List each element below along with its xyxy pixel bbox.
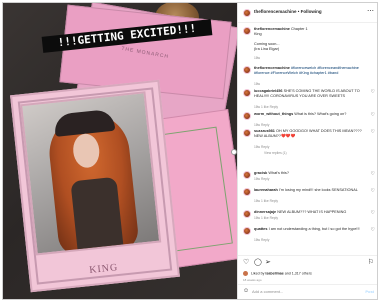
comment-body: dinnersajaje NEW ALBUM??? WHAT IS HAPPEN… — [254, 210, 366, 215]
post-actions: ♡ ◯ ➢ ⚐ — [238, 255, 377, 269]
comment-avatar[interactable] — [243, 129, 251, 137]
comment-like-icon[interactable]: ♡ — [371, 171, 375, 177]
caption-meta: 18w — [254, 56, 261, 60]
comment-like-icon[interactable]: ♡ — [371, 129, 375, 135]
comment-text: I am not understanding a thing, but I so… — [268, 227, 360, 231]
comment-body: theflorencemachine #florencewelch #flore… — [254, 66, 366, 76]
comment-meta: 18w Reply — [254, 177, 270, 181]
comment-body: quattes I am not understanding a thing, … — [254, 227, 366, 232]
caption-line: King — [254, 32, 262, 36]
liker-avatar — [243, 271, 248, 276]
emoji-icon[interactable]: ☺ — [243, 288, 249, 294]
likes-user[interactable]: isabellmae — [265, 271, 283, 275]
comment-meta: 18w 1 like Reply — [254, 199, 279, 203]
view-replies-link[interactable]: View replies (1) — [264, 151, 287, 155]
post-timestamp: 18 weeks ago — [243, 278, 262, 282]
comment-text: I'm losing my mind!!! she looks SENSATIO… — [278, 188, 358, 192]
comment-like-icon[interactable]: ♡ — [371, 112, 375, 118]
comments-list[interactable]: theflorencemachine Chapter 1 King Coming… — [238, 23, 377, 252]
comment-body: laurenaharah I'm losing my mind!!! she l… — [254, 188, 366, 193]
card-portrait — [20, 91, 162, 256]
comment-avatar[interactable] — [243, 188, 251, 196]
comment-like-icon[interactable]: ♡ — [371, 210, 375, 216]
comment-avatar[interactable] — [243, 66, 251, 74]
add-comment-bar: ☺ Add a comment... Post — [238, 284, 377, 298]
likes-summary: Liked by isabellmae and 1,317 others — [243, 271, 312, 276]
comment-text: What is this? What's going on? — [294, 112, 347, 116]
comment-meta: 18w Reply — [254, 238, 270, 242]
comment-username[interactable]: theflorencemachine — [254, 66, 290, 70]
instagram-post-window: THE MONARCH KING !!!GETTING EXCITED!!! t… — [2, 2, 378, 300]
likes-prefix: Liked by — [251, 271, 265, 276]
comment-text: What's this? — [268, 171, 289, 175]
comment-body: worm_without_things What is this? What's… — [254, 112, 366, 117]
post-sidebar: theflorencemachine • Following ⋯ theflor… — [237, 3, 377, 299]
author-username[interactable]: theflorencemachine — [254, 9, 297, 14]
comment-like-icon[interactable]: ♡ — [371, 89, 375, 95]
comment-username[interactable]: dinnersajaje — [254, 210, 276, 214]
comment-meta: 18w 1 like Reply — [254, 105, 279, 109]
comment-body: luccagabriel456 SHE'S COMING THE WORLD I… — [254, 89, 366, 99]
post-photo[interactable]: THE MONARCH KING !!!GETTING EXCITED!!! — [3, 3, 237, 299]
comment-avatar[interactable] — [243, 89, 251, 97]
post-header: theflorencemachine • Following ⋯ — [238, 3, 377, 23]
comment-icon[interactable]: ◯ — [254, 258, 262, 266]
comment-text: NEW ALBUM??? WHAT IS HAPPENING — [277, 210, 347, 214]
comment-avatar[interactable] — [243, 227, 251, 235]
caption-line: (Ira Lina Elgar) — [254, 47, 280, 51]
comment-meta: 18w — [254, 82, 261, 86]
comment-body: suzzzus981 OH MY GOODGO! WHAT DOES THIS … — [254, 129, 366, 139]
heart-icon[interactable]: ♡ — [243, 258, 249, 266]
comment-meta: 18w Reply — [254, 145, 270, 149]
caption-line: Coming soon... — [254, 42, 280, 46]
header-separator: • — [297, 9, 300, 14]
author-line: theflorencemachine • Following — [254, 9, 322, 14]
comment-username[interactable]: suzzzus981 — [254, 129, 275, 133]
comment-meta: 18w 1 like Reply — [254, 216, 279, 220]
post-button[interactable]: Post — [365, 289, 374, 294]
comment-like-icon[interactable]: ♡ — [371, 188, 375, 194]
comment-username[interactable]: luccagabriel456 — [254, 89, 283, 93]
comment-input[interactable]: Add a comment... — [252, 289, 283, 294]
portrait-dress — [70, 176, 125, 256]
author-avatar[interactable] — [243, 9, 251, 17]
comment-body: gracisk What's this? — [254, 171, 366, 176]
comment-meta: 18w Reply — [254, 123, 270, 127]
share-icon[interactable]: ➢ — [265, 258, 271, 266]
likes-suffix[interactable]: and 1,317 others — [285, 271, 312, 275]
bookmark-icon[interactable]: ⚐ — [368, 258, 374, 266]
comment-username[interactable]: gracisk — [254, 171, 267, 175]
comment-like-icon[interactable]: ♡ — [371, 227, 375, 233]
comment-avatar[interactable] — [243, 112, 251, 120]
following-button[interactable]: Following — [301, 9, 322, 14]
caption-username[interactable]: theflorencemachine — [254, 27, 290, 31]
caption-text: Chapter 1 — [290, 27, 308, 31]
comment-username[interactable]: laurenaharah — [254, 188, 278, 192]
caption-body: theflorencemachine Chapter 1 King Coming… — [254, 27, 366, 52]
tarot-card: KING — [10, 79, 180, 293]
comment-username[interactable]: quattes — [254, 227, 268, 231]
comment-avatar[interactable] — [243, 210, 251, 218]
comment-username[interactable]: worm_without_things — [254, 112, 293, 116]
comment-avatar[interactable] — [243, 171, 251, 179]
more-icon[interactable]: ⋯ — [367, 7, 374, 15]
caption-avatar[interactable] — [243, 27, 251, 35]
